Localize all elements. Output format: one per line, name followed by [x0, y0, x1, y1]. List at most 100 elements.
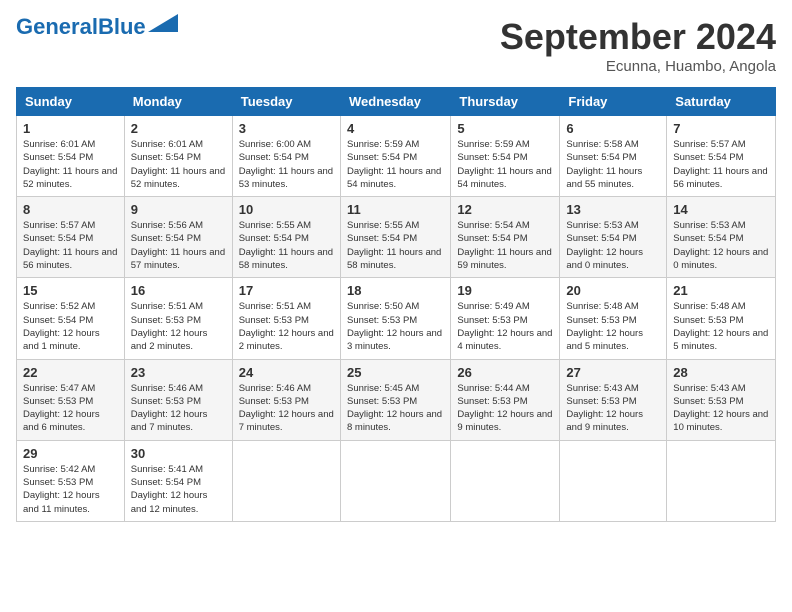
day-number: 21	[673, 283, 769, 298]
col-wednesday: Wednesday	[340, 88, 450, 116]
day-info: Sunrise: 5:50 AMSunset: 5:53 PMDaylight:…	[347, 300, 444, 353]
calendar-day-cell: 23 Sunrise: 5:46 AMSunset: 5:53 PMDayligh…	[124, 359, 232, 440]
logo-text: GeneralBlue	[16, 16, 146, 38]
day-info: Sunrise: 5:46 AMSunset: 5:53 PMDaylight:…	[131, 382, 226, 435]
calendar-day-cell	[340, 440, 450, 521]
day-info: Sunrise: 5:55 AMSunset: 5:54 PMDaylight:…	[347, 219, 444, 272]
day-number: 14	[673, 202, 769, 217]
day-info: Sunrise: 5:43 AMSunset: 5:53 PMDaylight:…	[673, 382, 769, 435]
day-number: 26	[457, 365, 553, 380]
col-thursday: Thursday	[451, 88, 560, 116]
day-info: Sunrise: 5:46 AMSunset: 5:53 PMDaylight:…	[239, 382, 334, 435]
calendar-week-row: 8 Sunrise: 5:57 AMSunset: 5:54 PMDaylight…	[17, 197, 776, 278]
day-number: 16	[131, 283, 226, 298]
day-number: 12	[457, 202, 553, 217]
calendar-day-cell: 4 Sunrise: 5:59 AMSunset: 5:54 PMDaylight…	[340, 116, 450, 197]
calendar-day-cell: 5Sunrise: 5:59 AMSunset: 5:54 PMDaylight…	[451, 116, 560, 197]
calendar-day-cell	[232, 440, 340, 521]
month-title: September 2024	[500, 16, 776, 58]
day-number: 2	[131, 121, 226, 136]
title-section: September 2024 Ecunna, Huambo, Angola	[500, 16, 776, 75]
day-number: 6	[566, 121, 660, 136]
calendar-day-cell: 18Sunrise: 5:50 AMSunset: 5:53 PMDayligh…	[340, 278, 450, 359]
day-info: Sunrise: 5:54 AMSunset: 5:54 PMDaylight:…	[457, 219, 553, 272]
page-header: GeneralBlue September 2024 Ecunna, Huamb…	[16, 16, 776, 75]
calendar-day-cell: 13 Sunrise: 5:53 AMSunset: 5:54 PMDayligh…	[560, 197, 667, 278]
day-info: Sunrise: 5:48 AMSunset: 5:53 PMDaylight:…	[673, 300, 769, 353]
day-number: 25	[347, 365, 444, 380]
day-number: 9	[131, 202, 226, 217]
calendar-day-cell: 12 Sunrise: 5:54 AMSunset: 5:54 PMDayligh…	[451, 197, 560, 278]
calendar-week-row: 15 Sunrise: 5:52 AMSunset: 5:54 PMDayligh…	[17, 278, 776, 359]
day-info: Sunrise: 5:55 AMSunset: 5:54 PMDaylight:…	[239, 219, 334, 272]
day-number: 23	[131, 365, 226, 380]
day-number: 29	[23, 446, 118, 461]
col-saturday: Saturday	[667, 88, 776, 116]
day-info: Sunrise: 5:51 AMSunset: 5:53 PMDaylight:…	[131, 300, 226, 353]
calendar-day-cell: 28 Sunrise: 5:43 AMSunset: 5:53 PMDayligh…	[667, 359, 776, 440]
day-number: 15	[23, 283, 118, 298]
day-info: Sunrise: 5:57 AMSunset: 5:54 PMDaylight:…	[673, 138, 769, 191]
calendar-day-cell: 7 Sunrise: 5:57 AMSunset: 5:54 PMDaylight…	[667, 116, 776, 197]
calendar-day-cell: 26Sunrise: 5:44 AMSunset: 5:53 PMDayligh…	[451, 359, 560, 440]
calendar-day-cell: 14 Sunrise: 5:53 AMSunset: 5:54 PMDayligh…	[667, 197, 776, 278]
calendar-day-cell: 24 Sunrise: 5:46 AMSunset: 5:53 PMDayligh…	[232, 359, 340, 440]
day-info: Sunrise: 5:41 AMSunset: 5:54 PMDaylight:…	[131, 463, 226, 516]
calendar-day-cell: 11 Sunrise: 5:55 AMSunset: 5:54 PMDayligh…	[340, 197, 450, 278]
calendar-day-cell: 30 Sunrise: 5:41 AMSunset: 5:54 PMDayligh…	[124, 440, 232, 521]
day-number: 20	[566, 283, 660, 298]
calendar-week-row: 29 Sunrise: 5:42 AMSunset: 5:53 PMDayligh…	[17, 440, 776, 521]
day-info: Sunrise: 5:58 AMSunset: 5:54 PMDaylight:…	[566, 138, 660, 191]
calendar-day-cell: 19Sunrise: 5:49 AMSunset: 5:53 PMDayligh…	[451, 278, 560, 359]
day-number: 17	[239, 283, 334, 298]
day-number: 3	[239, 121, 334, 136]
calendar-day-cell: 6 Sunrise: 5:58 AMSunset: 5:54 PMDaylight…	[560, 116, 667, 197]
day-info: Sunrise: 5:53 AMSunset: 5:54 PMDaylight:…	[566, 219, 660, 272]
day-info: Sunrise: 5:47 AMSunset: 5:53 PMDaylight:…	[23, 382, 118, 435]
day-info: Sunrise: 6:00 AMSunset: 5:54 PMDaylight:…	[239, 138, 334, 191]
day-number: 11	[347, 202, 444, 217]
day-number: 24	[239, 365, 334, 380]
day-info: Sunrise: 5:45 AMSunset: 5:53 PMDaylight:…	[347, 382, 444, 435]
day-number: 7	[673, 121, 769, 136]
day-number: 10	[239, 202, 334, 217]
col-tuesday: Tuesday	[232, 88, 340, 116]
day-info: Sunrise: 5:59 AMSunset: 5:54 PMDaylight:…	[347, 138, 444, 191]
calendar-day-cell	[451, 440, 560, 521]
calendar-day-cell: 21 Sunrise: 5:48 AMSunset: 5:53 PMDayligh…	[667, 278, 776, 359]
day-number: 8	[23, 202, 118, 217]
day-info: Sunrise: 5:57 AMSunset: 5:54 PMDaylight:…	[23, 219, 118, 272]
calendar-day-cell	[667, 440, 776, 521]
calendar-day-cell: 20 Sunrise: 5:48 AMSunset: 5:53 PMDayligh…	[560, 278, 667, 359]
calendar-day-cell: 3 Sunrise: 6:00 AMSunset: 5:54 PMDaylight…	[232, 116, 340, 197]
day-number: 30	[131, 446, 226, 461]
day-number: 4	[347, 121, 444, 136]
calendar-header-row: Sunday Monday Tuesday Wednesday Thursday…	[17, 88, 776, 116]
calendar-day-cell	[560, 440, 667, 521]
calendar-day-cell: 8 Sunrise: 5:57 AMSunset: 5:54 PMDaylight…	[17, 197, 125, 278]
day-number: 5	[457, 121, 553, 136]
calendar-week-row: 1Sunrise: 6:01 AMSunset: 5:54 PMDaylight…	[17, 116, 776, 197]
day-info: Sunrise: 6:01 AMSunset: 5:54 PMDaylight:…	[23, 138, 118, 191]
calendar-day-cell: 27Sunrise: 5:43 AMSunset: 5:53 PMDayligh…	[560, 359, 667, 440]
day-number: 13	[566, 202, 660, 217]
logo-icon	[148, 14, 178, 32]
calendar-day-cell: 1Sunrise: 6:01 AMSunset: 5:54 PMDaylight…	[17, 116, 125, 197]
day-info: Sunrise: 5:51 AMSunset: 5:53 PMDaylight:…	[239, 300, 334, 353]
day-info: Sunrise: 5:48 AMSunset: 5:53 PMDaylight:…	[566, 300, 660, 353]
day-info: Sunrise: 5:52 AMSunset: 5:54 PMDaylight:…	[23, 300, 118, 353]
col-monday: Monday	[124, 88, 232, 116]
calendar-table: Sunday Monday Tuesday Wednesday Thursday…	[16, 87, 776, 522]
logo: GeneralBlue	[16, 16, 178, 38]
col-sunday: Sunday	[17, 88, 125, 116]
day-number: 28	[673, 365, 769, 380]
calendar-day-cell: 10 Sunrise: 5:55 AMSunset: 5:54 PMDayligh…	[232, 197, 340, 278]
calendar-day-cell: 29 Sunrise: 5:42 AMSunset: 5:53 PMDayligh…	[17, 440, 125, 521]
calendar-day-cell: 25 Sunrise: 5:45 AMSunset: 5:53 PMDayligh…	[340, 359, 450, 440]
day-info: Sunrise: 5:53 AMSunset: 5:54 PMDaylight:…	[673, 219, 769, 272]
calendar-day-cell: 16 Sunrise: 5:51 AMSunset: 5:53 PMDayligh…	[124, 278, 232, 359]
day-number: 22	[23, 365, 118, 380]
calendar-week-row: 22 Sunrise: 5:47 AMSunset: 5:53 PMDayligh…	[17, 359, 776, 440]
calendar-day-cell: 2Sunrise: 6:01 AMSunset: 5:54 PMDaylight…	[124, 116, 232, 197]
day-info: Sunrise: 5:42 AMSunset: 5:53 PMDaylight:…	[23, 463, 118, 516]
